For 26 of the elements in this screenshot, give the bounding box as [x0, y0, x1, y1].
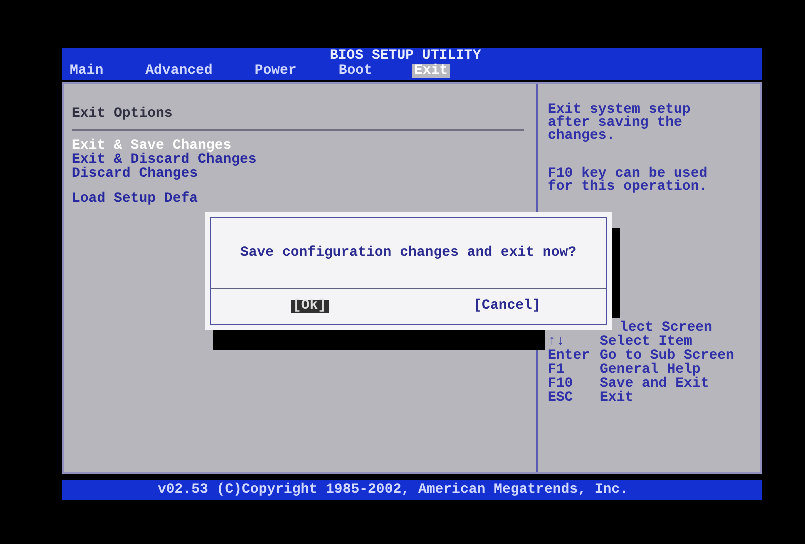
key-label: F10	[548, 378, 574, 391]
window-title: BIOS SETUP UTILITY	[330, 50, 482, 63]
key-label: ESC	[548, 392, 574, 405]
dialog-button[interactable]: [Ok]	[290, 300, 329, 313]
menu-tab[interactable]: Boot	[336, 64, 374, 78]
key-label: ↑↓	[548, 336, 565, 349]
key-description: Select Item	[600, 336, 692, 349]
menu-tab[interactable]: Power	[252, 64, 299, 78]
copyright-text: v02.53 (C)Copyright 1985-2002, American Megatrends, Inc.	[158, 484, 628, 496]
key-description: Save and Exit	[600, 378, 710, 391]
help-text: F10 key can be used for this operation.	[548, 168, 709, 194]
key-label: Enter	[548, 350, 590, 363]
section-title: Exit Options	[72, 108, 174, 121]
key-description: General Help	[600, 364, 701, 377]
dialog-button[interactable]: [Cancel]	[472, 300, 543, 313]
key-description: Exit	[600, 392, 634, 405]
key-description: lect Screen	[620, 322, 712, 335]
key-description: Go to Sub Screen	[600, 350, 734, 363]
dialog-message: Save configuration changes and exit now?	[240, 246, 577, 260]
menu-item[interactable]: Load Setup Defa	[72, 193, 198, 206]
menu-tab[interactable]: Advanced	[144, 64, 215, 78]
help-text: Exit system setup after saving the changes.	[548, 104, 692, 143]
menu-item[interactable]: Discard Changes	[72, 168, 198, 181]
key-label: F1	[548, 364, 565, 377]
menu-tab[interactable]: Main	[68, 64, 106, 78]
menu-item[interactable]: Exit & Discard Changes	[72, 154, 257, 167]
